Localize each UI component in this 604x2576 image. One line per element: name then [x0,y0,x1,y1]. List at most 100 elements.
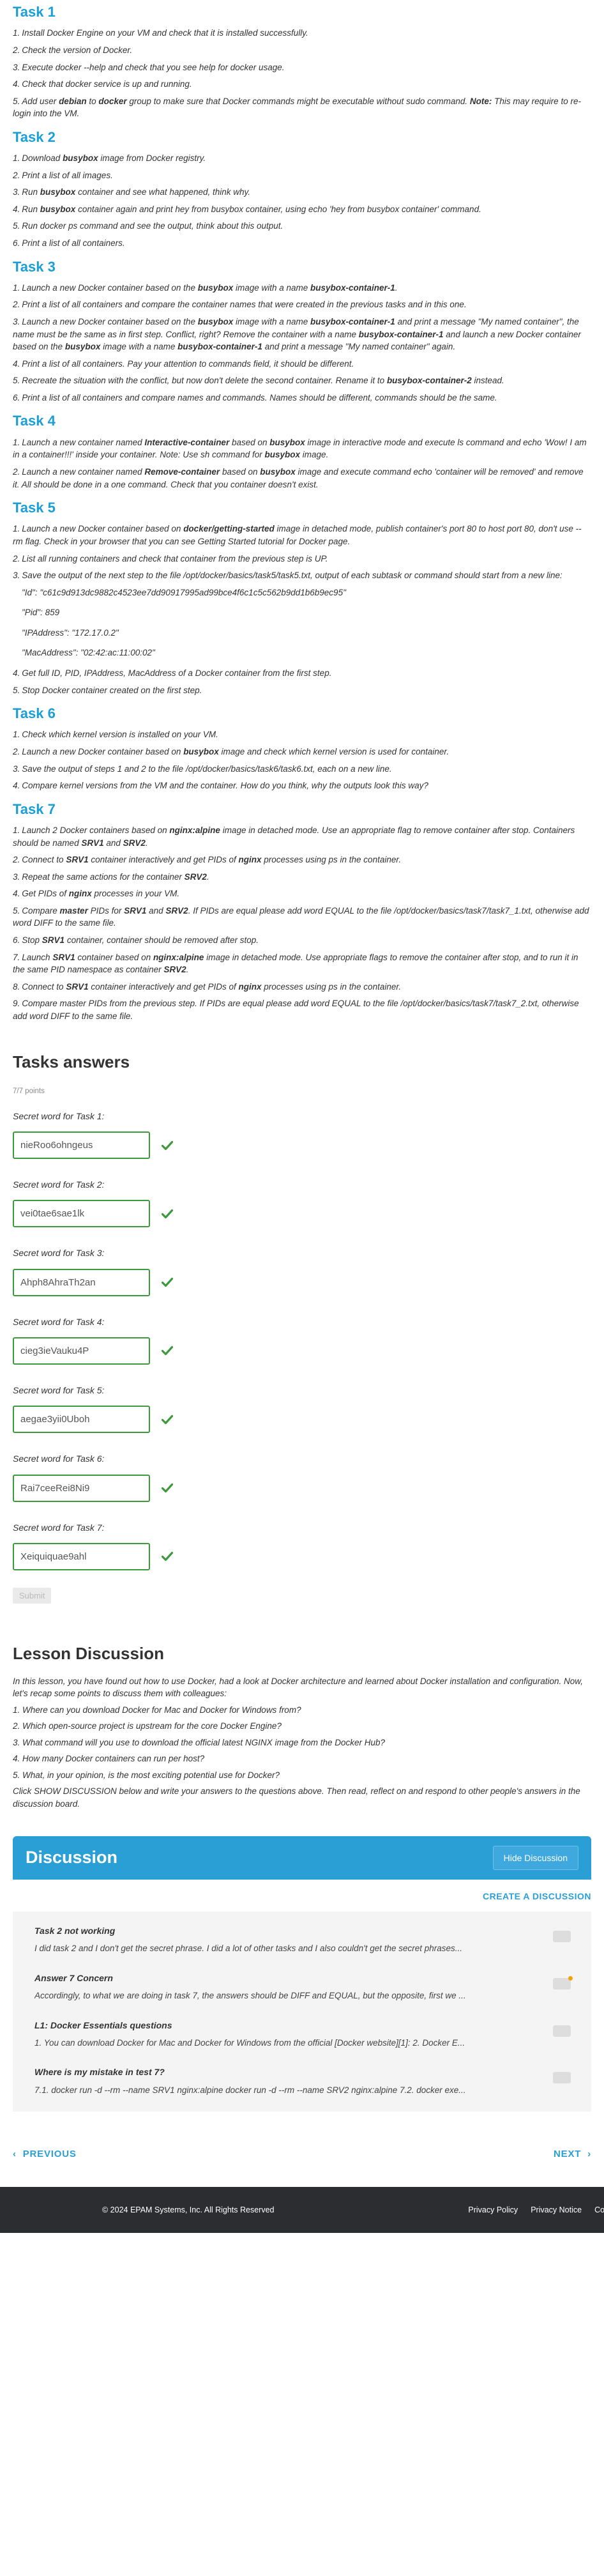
check-icon [161,1551,174,1561]
hide-discussion-button[interactable]: Hide Discussion [492,1845,578,1870]
task-text: Stop Docker container created on the fir… [22,685,202,695]
task-title: Task 5 [13,500,56,516]
task-keyword: SRV1 [52,952,75,962]
previous-link[interactable]: ‹ PREVIOUS [13,2147,77,2161]
task-item-number: 2. [13,747,20,757]
task-item-number: 3. [13,317,20,327]
task-item: 1. Launch a new Docker container based on… [13,282,591,295]
post-excerpt: I did task 2 and I don't get the secret … [34,1943,463,1954]
task-text: Repeat the same actions for the containe… [22,871,185,882]
post-title[interactable]: Where is my mistake in test 7? [34,2066,570,2078]
task-text: Compare kernel versions from the VM and … [22,781,428,791]
task-title: Task 1 [13,4,56,20]
footer-link-privacy-notice[interactable]: Privacy Notice [531,2204,582,2216]
task-keyword: busybox [197,282,234,293]
task-list: 1. Check which kernel version is installe… [13,728,591,792]
task-item: 1. Launch 2 Docker containers based on ng… [13,824,591,849]
secret-word-input[interactable] [13,1406,150,1434]
lesson-discussion-text: In this lesson, you have found out how t… [13,1675,591,1811]
task-text: image from Docker registry. [98,153,206,164]
task-output-sample: "Id": "c61c9d913dc9882c4523ee7dd90917995… [22,586,591,659]
task-keyword: SRV1 [42,935,65,946]
task-item-number: 1. [13,28,20,38]
lesson-paragraph: 3. What command will you use to download… [13,1737,386,1747]
secret-word-input[interactable] [13,1542,150,1570]
answer-row [13,1337,591,1365]
discussion-post[interactable]: Where is my mistake in test 7? 7.1. docke… [22,2060,582,2105]
secret-word-input[interactable] [13,1268,150,1296]
task-text: Run docker ps command and see the output… [22,221,283,231]
footer-link-cookie[interactable]: Cookie [594,2204,604,2216]
task-item: 9. Compare master PIDs from the previous … [13,997,591,1022]
task-item: 3. Launch a new Docker container based on… [13,316,591,353]
secret-word-input[interactable] [13,1131,150,1160]
task-keyword: Note: [469,96,492,106]
task-item: 8. Connect to SRV1 container interactivel… [13,981,591,993]
task-keyword: Remove-container [144,466,220,477]
task-keyword: busybox [64,342,101,352]
task-text: processes using ps in the container. [261,981,402,992]
discussion-posts: Task 2 not working I did task 2 and I don… [13,1911,591,2112]
task-text: Connect to [22,981,66,992]
post-title[interactable]: L1: Docker Essentials questions [34,2019,570,2032]
task-text: group to make sure that Docker commands … [126,96,470,106]
discussion-post[interactable]: Task 2 not working I did task 2 and I don… [22,1919,582,1964]
task-keyword: busybox-container-1 [177,342,262,352]
task-item: 4. Get full ID, PID, IPAddress, MacAddres… [13,667,591,680]
task-item: 3. Save the output of steps 1 and 2 to th… [13,763,591,776]
task-text: and [103,838,123,848]
task-list: 1. Launch 2 Docker containers based on ng… [13,824,591,1022]
task-title: Task 3 [13,258,56,275]
task-item-number: 8. [13,981,20,992]
submit-button[interactable]: Submit [13,1587,52,1604]
task-text: Recreate the situation with the conflict… [22,376,387,386]
discussion-post[interactable]: Answer 7 Concern Accordingly, to what we … [22,1966,582,2011]
next-link[interactable]: NEXT › [554,2147,591,2161]
task-text: and [146,905,166,916]
task-text: Launch a new Docker container based on [22,524,184,534]
answer-label: Secret word for Task 5: [13,1384,105,1395]
task-text: Compare [22,905,60,916]
answers-list: Secret word for Task 1: Secret word for T… [13,1110,591,1570]
task-item-number: 6. [13,238,20,248]
post-excerpt: 1. You can download Docker for Mac and D… [34,2037,465,2048]
task-text: Install Docker Engine on your VM and che… [22,28,308,38]
task-text: Launch a new Docker container based on [22,747,184,757]
create-discussion-link[interactable]: CREATE A DISCUSSION [13,1890,591,1903]
lesson-paragraph: Click SHOW DISCUSSION below and write yo… [13,1786,580,1809]
task-keyword: busybox [40,187,76,197]
secret-word-input[interactable] [13,1200,150,1228]
task-item-number: 3. [13,187,20,197]
task-keyword: SRV1 [124,905,147,916]
task-keyword: SRV2 [184,871,207,882]
task-item: 4. Compare kernel versions from the VM an… [13,779,591,792]
task-text: Save the output of steps 1 and 2 to the … [22,763,392,774]
lesson-paragraph: 5. What, in your opinion, is the most ex… [13,1770,280,1780]
post-title[interactable]: Answer 7 Concern [34,1972,570,1984]
task-keyword: busybox-container-2 [386,376,472,386]
post-title[interactable]: Task 2 not working [34,1924,570,1937]
task-item-number: 5. [13,221,20,231]
task-item: 5. Recreate the situation with the confli… [13,374,591,387]
discussion-post[interactable]: L1: Docker Essentials questions 1. You ca… [22,2014,582,2058]
task-item: 1. Launch a new Docker container based on… [13,523,591,548]
task-item: 6. Print a list of all containers and com… [13,392,591,404]
task-item-number: 9. [13,999,20,1009]
answer-label: Secret word for Task 4: [13,1316,105,1327]
answer-row [13,1542,591,1570]
task-text: and print a message "My named container"… [262,342,456,352]
task-text: Check the version of Docker. [22,45,133,55]
task-output-line: "Id": "c61c9d913dc9882c4523ee7dd90917995… [22,587,346,597]
task-text: Compare master PIDs from the previous st… [13,999,579,1021]
footer-link-privacy-policy[interactable]: Privacy Policy [468,2204,518,2216]
secret-word-input[interactable] [13,1474,150,1502]
task-item-number: 6. [13,392,20,402]
task-keyword: docker [98,96,127,106]
secret-word-input[interactable] [13,1337,150,1365]
task-text: Stop [22,935,42,946]
task-item-number: 4. [13,204,20,214]
task-title: Task 4 [13,413,56,429]
task-section: Task 6 1. Check which kernel version is in… [13,705,591,792]
task-text: processes using ps in the container. [261,855,402,865]
task-text: Launch a new Docker container based on t… [22,317,198,327]
